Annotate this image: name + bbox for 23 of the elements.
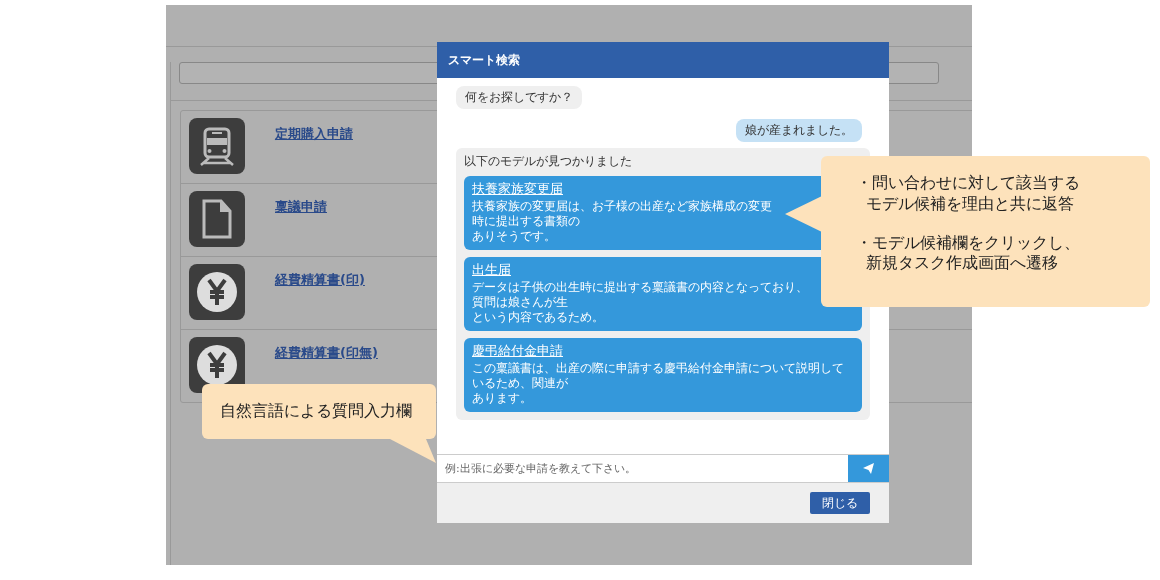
dialog-title: スマート検索 — [448, 51, 520, 69]
result-title-link[interactable]: 出生届 — [472, 262, 511, 278]
send-button[interactable] — [848, 455, 889, 482]
result-title-link[interactable]: 慶弔給付金申請 — [472, 343, 563, 359]
result-description: 扶養家族の変更届は、お子様の出産など家族構成の変更時に提出する書類の ありそうです。 — [472, 199, 773, 244]
callout-text: 自然言語による質問入力欄 — [220, 401, 413, 422]
yen-coin-icon — [189, 264, 245, 320]
user-message: 娘が産まれました。 — [736, 119, 862, 142]
bot-message: 何をお探しですか？ — [456, 86, 582, 109]
result-description: この稟議書は、出産の際に申請する慶弔給付金申請について説明しているため、関連が あります。 — [472, 361, 845, 406]
train-icon — [189, 118, 245, 174]
form-link[interactable]: 経費精算書(印) — [275, 271, 365, 289]
form-link[interactable]: 稟議申請 — [275, 198, 327, 216]
result-title-link[interactable]: 扶養家族変更届 — [472, 181, 563, 197]
document-icon — [189, 191, 245, 247]
result-card[interactable]: 慶弔給付金申請 この稟議書は、出産の際に申請する慶弔給付金申請について説明しているため、関連が あります。 — [464, 338, 862, 412]
close-button[interactable]: 閉じる — [810, 492, 870, 514]
form-link[interactable]: 定期購入申請 — [275, 125, 353, 143]
results-heading: 以下のモデルが見つかりました — [464, 154, 632, 169]
result-description: データは子供の出生時に提出する稟議書の内容となっており、質問は娘さんが生 という内容であるため。 — [472, 280, 809, 325]
form-link[interactable]: 経費精算書(印無) — [275, 344, 378, 362]
result-card[interactable]: 出生届 データは子供の出生時に提出する稟議書の内容となっており、質問は娘さんが生 という内容であるため。 — [464, 257, 862, 331]
send-icon — [862, 462, 875, 475]
